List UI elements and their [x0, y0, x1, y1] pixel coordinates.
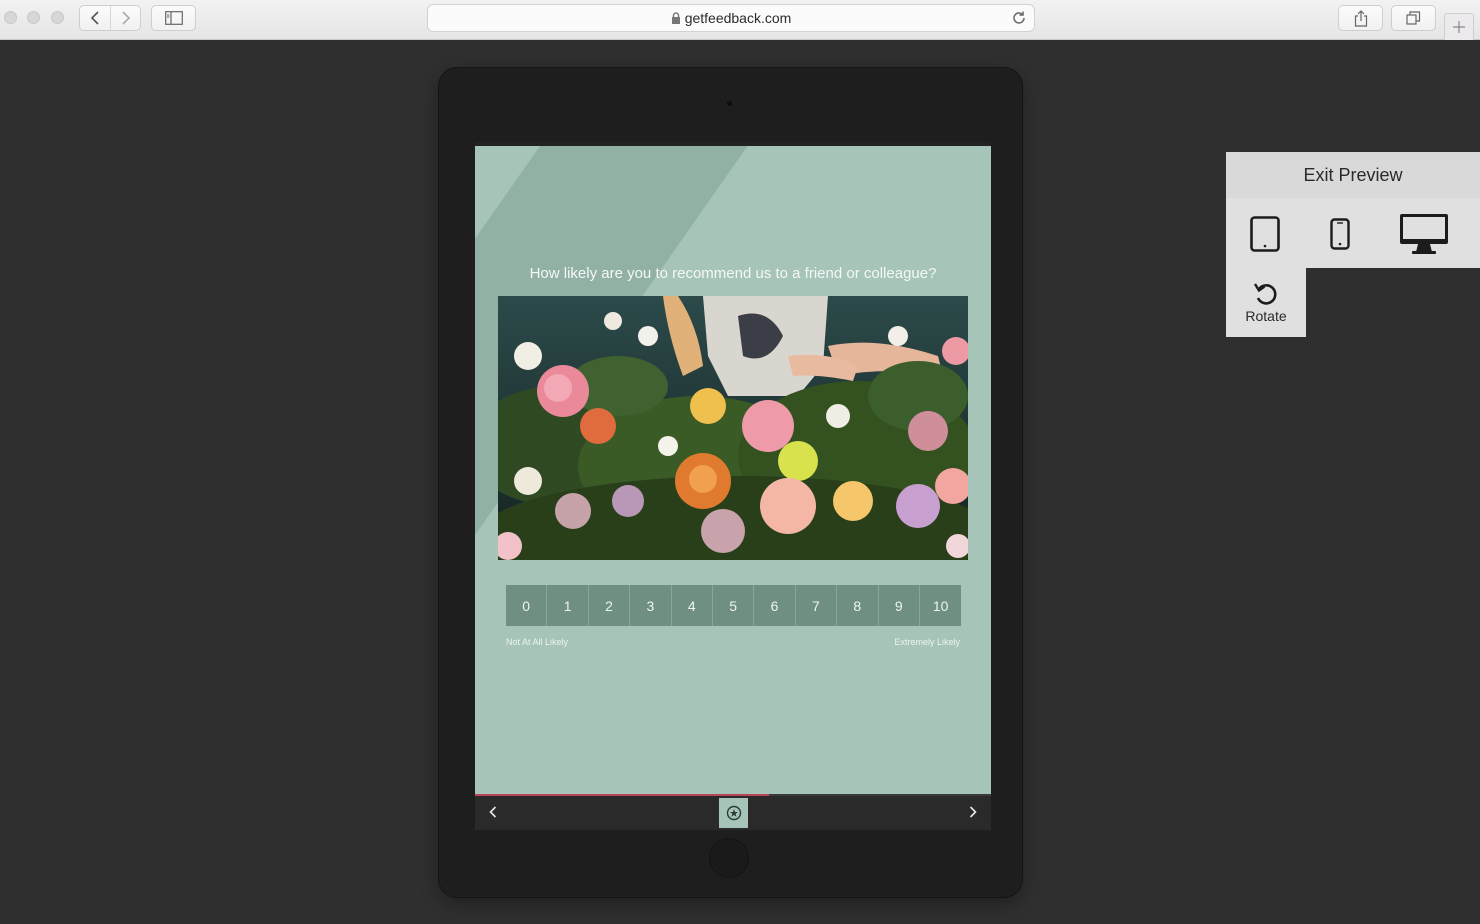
sidebar-icon — [164, 11, 183, 25]
back-icon — [90, 11, 99, 25]
progress-bar — [475, 794, 770, 796]
rotate-label: Rotate — [1245, 307, 1287, 324]
exit-preview-button[interactable]: Exit Preview — [1226, 152, 1480, 198]
camera-dot — [727, 101, 732, 106]
desktop-device-button[interactable] — [1396, 212, 1452, 256]
survey-nav-bar — [475, 794, 991, 830]
survey-page: How likely are you to recommend us to a … — [475, 146, 991, 794]
exit-preview-label: Exit Preview — [1303, 164, 1403, 185]
tablet-device-button[interactable] — [1246, 214, 1284, 254]
scale-option-1[interactable]: 1 — [547, 585, 589, 626]
back-button[interactable] — [80, 6, 110, 30]
scale-option-4[interactable]: 4 — [671, 585, 713, 626]
share-icon — [1354, 9, 1367, 27]
scale-option-8[interactable]: 8 — [837, 585, 879, 626]
scale-option-10[interactable]: 10 — [919, 585, 962, 626]
previous-question-button[interactable] — [485, 804, 501, 820]
scale-option-3[interactable]: 3 — [630, 585, 672, 626]
plus-icon — [1453, 21, 1465, 33]
nps-scale: 0 1 2 3 4 5 6 7 8 9 10 — [506, 585, 962, 626]
desktop-icon — [1400, 214, 1448, 254]
rotate-button[interactable]: Rotate — [1226, 268, 1306, 337]
scale-option-2[interactable]: 2 — [588, 585, 631, 626]
survey-question: How likely are you to recommend us to a … — [529, 265, 937, 282]
chevron-right-icon — [969, 806, 977, 818]
tablet-screen: How likely are you to recommend us to a … — [475, 142, 991, 830]
zoom-window-button[interactable] — [51, 11, 64, 24]
new-tab-button[interactable] — [1444, 13, 1474, 40]
tablet-device-frame: How likely are you to recommend us to a … — [439, 68, 1022, 897]
scale-option-6[interactable]: 6 — [754, 585, 796, 626]
show-tabs-button[interactable] — [1391, 5, 1436, 31]
close-window-button[interactable] — [4, 11, 17, 24]
sidebar-button[interactable] — [151, 5, 196, 31]
home-button — [709, 838, 749, 878]
next-question-button[interactable] — [965, 804, 981, 820]
scale-option-5[interactable]: 5 — [712, 585, 755, 626]
share-button[interactable] — [1338, 5, 1383, 31]
scale-option-0[interactable]: 0 — [506, 585, 548, 626]
device-selector — [1226, 198, 1480, 268]
phone-icon — [1330, 218, 1350, 250]
chevron-left-icon — [489, 806, 497, 818]
forward-button[interactable] — [110, 6, 140, 30]
browser-toolbar: getfeedback.com — [0, 0, 1480, 40]
flowers-image — [498, 296, 968, 560]
scale-low-label: Not At All Likely — [506, 637, 569, 647]
phone-device-button[interactable] — [1326, 214, 1354, 254]
url-text: getfeedback.com — [684, 10, 792, 26]
forward-icon — [121, 11, 130, 25]
address-bar[interactable]: getfeedback.com — [427, 4, 1035, 32]
logo-icon — [726, 805, 741, 821]
rotate-icon — [1253, 282, 1277, 305]
lock-icon — [671, 12, 680, 24]
tabs-icon — [1406, 11, 1421, 25]
minimize-window-button[interactable] — [27, 11, 40, 24]
flowers-illustration — [498, 296, 968, 560]
scale-option-9[interactable]: 9 — [878, 585, 920, 626]
tablet-icon — [1250, 216, 1280, 252]
reload-icon[interactable] — [1011, 10, 1027, 26]
history-nav-group — [79, 5, 141, 31]
getfeedback-logo[interactable] — [719, 798, 748, 828]
scale-option-7[interactable]: 7 — [795, 585, 838, 626]
scale-high-label: Extremely Likely — [894, 637, 960, 647]
